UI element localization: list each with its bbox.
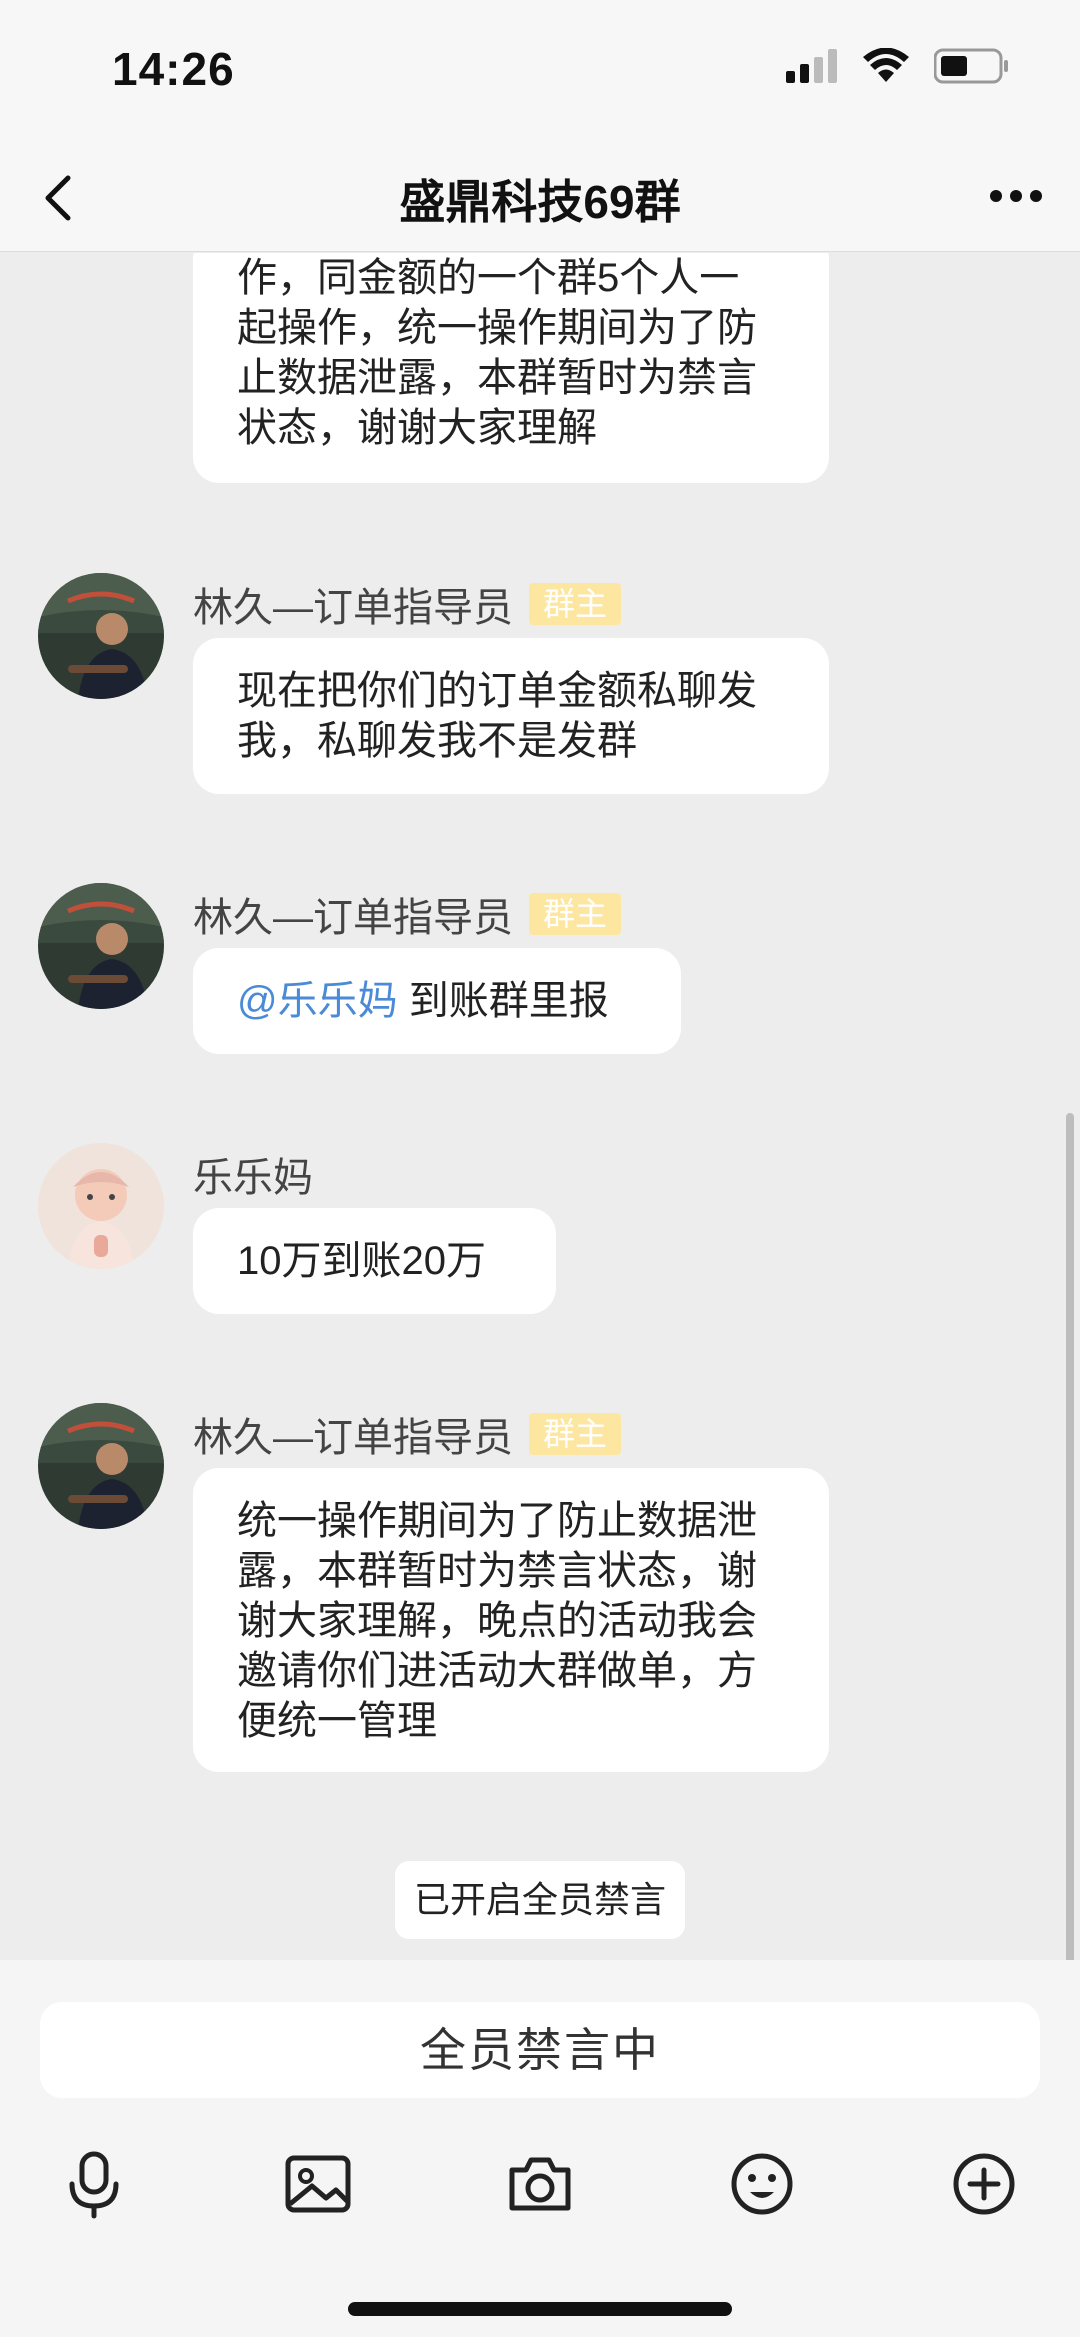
image-button[interactable] xyxy=(282,2148,354,2220)
owner-badge: 群主 xyxy=(529,583,622,625)
microphone-icon xyxy=(69,2151,119,2219)
chat-header: 盛鼎科技69群 xyxy=(0,140,1080,252)
status-bar: 14:26 xyxy=(0,0,1080,140)
message-bubble[interactable]: 10万到账20万 xyxy=(193,1208,556,1314)
message-bubble[interactable]: 作，同金额的一个群5个人一 起操作，统一操作期间为了防 止数据泄露，本群暂时为禁… xyxy=(193,253,829,483)
sender-name: 林久—订单指导员 xyxy=(193,586,513,630)
plus-icon xyxy=(953,2153,1015,2215)
muted-input-bar: 全员禁言中 xyxy=(40,2002,1040,2098)
wifi-icon xyxy=(862,47,910,89)
camera-button[interactable] xyxy=(504,2148,576,2220)
message-line: 我，私聊发我不是发群 xyxy=(237,719,637,763)
status-icons xyxy=(762,47,1010,89)
chat-title: 盛鼎科技69群 xyxy=(399,176,681,228)
message-text: 10万到账20万 xyxy=(237,1239,486,1283)
message-line: 止数据泄露，本群暂时为禁言 xyxy=(237,356,757,400)
input-area: 全员禁言中 xyxy=(0,1960,1080,2337)
message-line: 作，同金额的一个群5个人一 xyxy=(237,256,740,300)
message-line: 现在把你们的订单金额私聊发 xyxy=(237,669,757,713)
more-button[interactable] xyxy=(988,174,1044,218)
message-text: 到账群里报 xyxy=(397,979,609,1023)
sender-name: 乐乐妈 xyxy=(193,1156,313,1200)
message-line: 邀请你们进活动大群做单，方 xyxy=(237,1649,757,1693)
more-dots-icon xyxy=(990,190,1042,202)
owner-badge: 群主 xyxy=(529,893,622,935)
signal-icon xyxy=(786,49,838,88)
sender-row: 林久—订单指导员 群主 xyxy=(193,885,622,943)
system-notice: 已开启全员禁言 xyxy=(395,1861,685,1939)
more-actions-button[interactable] xyxy=(948,2148,1020,2220)
emoji-button[interactable] xyxy=(726,2148,798,2220)
avatar[interactable] xyxy=(38,1143,164,1269)
message-line: 起操作，统一操作期间为了防 xyxy=(237,306,757,350)
message-bubble[interactable]: 统一操作期间为了防止数据泄 露，本群暂时为禁言状态，谢 谢大家理解，晚点的活动我… xyxy=(193,1468,829,1772)
sender-name: 林久—订单指导员 xyxy=(193,896,513,940)
emoji-icon xyxy=(731,2153,793,2215)
avatar[interactable] xyxy=(38,573,164,699)
sender-row: 乐乐妈 xyxy=(193,1145,313,1203)
scrollbar[interactable] xyxy=(1066,1113,1074,1960)
mention-link[interactable]: @乐乐妈 xyxy=(237,979,398,1023)
avatar[interactable] xyxy=(38,1403,164,1529)
home-indicator[interactable] xyxy=(348,2302,732,2316)
voice-button[interactable] xyxy=(58,2148,130,2220)
message-bubble[interactable]: @乐乐妈 到账群里报 xyxy=(193,948,681,1054)
message-line: 状态，谢谢大家理解 xyxy=(237,406,597,450)
camera-icon xyxy=(509,2157,571,2211)
sender-row: 林久—订单指导员 群主 xyxy=(193,575,622,633)
sender-row: 林久—订单指导员 群主 xyxy=(193,1405,622,1463)
message-line: 统一操作期间为了防止数据泄 xyxy=(237,1499,757,1543)
message-line: 谢大家理解，晚点的活动我会 xyxy=(237,1599,757,1643)
chat-message-list[interactable]: 作，同金额的一个群5个人一 起操作，统一操作期间为了防 止数据泄露，本群暂时为禁… xyxy=(0,253,1080,1960)
sender-name: 林久—订单指导员 xyxy=(193,1416,513,1460)
status-time: 14:26 xyxy=(112,43,235,95)
battery-icon xyxy=(933,48,1010,89)
message-bubble[interactable]: 现在把你们的订单金额私聊发 我，私聊发我不是发群 xyxy=(193,638,829,794)
owner-badge: 群主 xyxy=(529,1413,622,1455)
avatar[interactable] xyxy=(38,883,164,1009)
image-icon xyxy=(285,2155,351,2213)
message-line: 便统一管理 xyxy=(237,1699,437,1743)
message-line: 露，本群暂时为禁言状态，谢 xyxy=(237,1549,757,1593)
